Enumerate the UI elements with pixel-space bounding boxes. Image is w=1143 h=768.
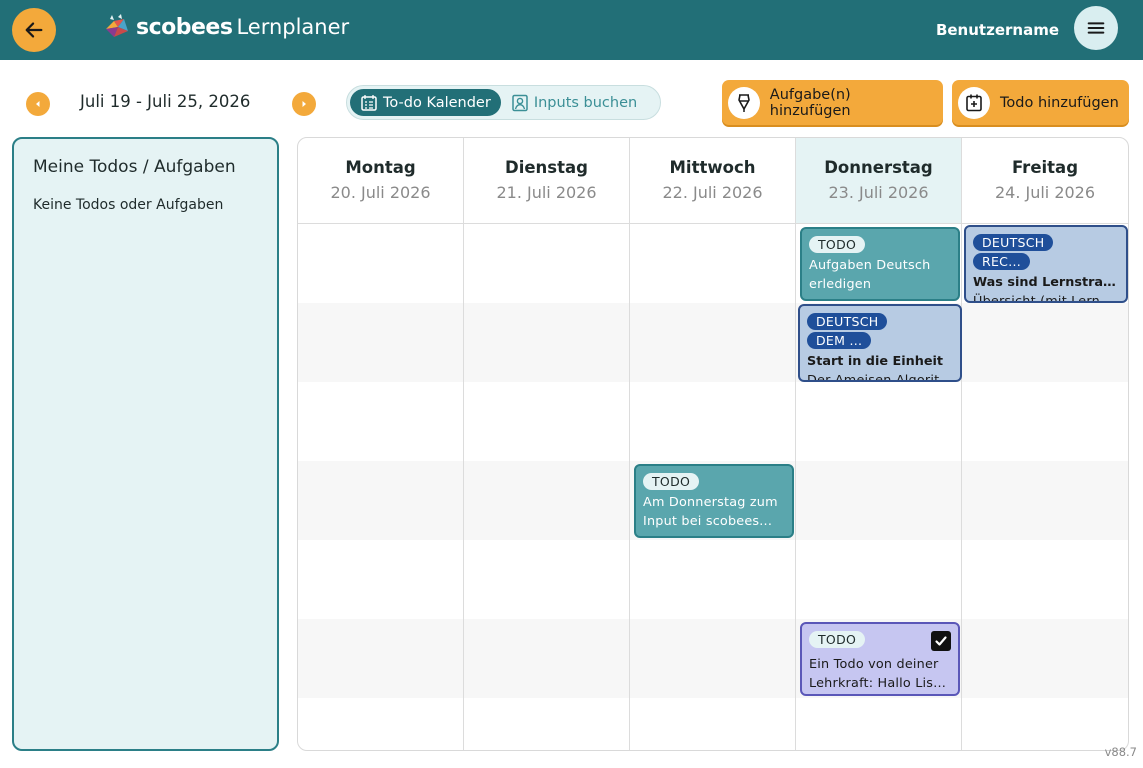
brand-name: scobees xyxy=(136,14,233,40)
app-logo: scobees Lernplaner xyxy=(102,13,349,41)
todos-panel-title: Meine Todos / Aufgaben xyxy=(33,157,236,177)
person-board-icon xyxy=(512,94,528,111)
topic-tag: REC... xyxy=(973,253,1031,270)
card-text: Übersicht (mit Lernk... xyxy=(973,294,1119,303)
date-range-label: Juli 19 - Juli 25, 2026 xyxy=(80,92,251,111)
day-header: Montag 20. Juli 2026 xyxy=(298,138,463,224)
arrow-left-icon xyxy=(25,22,43,38)
card-text: Input bei scobees... xyxy=(643,514,773,529)
day-column-monday[interactable]: Montag 20. Juli 2026 xyxy=(298,138,464,750)
version-label: v88.7 xyxy=(1104,745,1137,759)
calendar-plus-icon xyxy=(966,94,982,111)
card-text: Am Donnerstag zum xyxy=(643,495,778,510)
next-week-button[interactable] xyxy=(292,92,316,116)
todos-empty-text: Keine Todos oder Aufgaben xyxy=(33,197,224,213)
todo-tag: TODO xyxy=(809,631,866,648)
day-date: 24. Juli 2026 xyxy=(994,183,1096,202)
tab-book-inputs[interactable]: Inputs buchen xyxy=(501,89,647,116)
scobees-logo-icon xyxy=(106,14,128,37)
topic-tag: DEM ... xyxy=(807,332,872,349)
todo-card[interactable]: TODO Aufgaben Deutsch erledigen xyxy=(800,227,960,301)
day-name: Donnerstag xyxy=(824,158,933,177)
task-icon-wrap xyxy=(728,86,760,119)
todo-icon-wrap xyxy=(958,86,990,119)
day-header: Donnerstag 23. Juli 2026 xyxy=(796,138,961,224)
view-toggle: To-do Kalender Inputs buchen xyxy=(346,85,661,120)
app-header: scobees Lernplaner Benutzername xyxy=(0,0,1143,60)
checkmark-icon xyxy=(935,636,947,646)
calendar-list-icon xyxy=(361,94,377,111)
back-button[interactable] xyxy=(12,8,56,52)
todo-card[interactable]: TODO Am Donnerstag zum Input bei scobees… xyxy=(634,464,794,538)
card-text: Aufgaben Deutsch xyxy=(809,258,931,273)
card-title: Was sind Lernstrate... xyxy=(973,275,1119,290)
todo-tag: TODO xyxy=(809,236,866,253)
pen-nib-icon xyxy=(738,93,750,112)
menu-button[interactable] xyxy=(1074,6,1118,50)
add-task-label: Aufgabe(n) hinzufügen xyxy=(769,86,851,119)
day-date: 22. Juli 2026 xyxy=(662,183,763,202)
add-todo-label: Todo hinzufügen xyxy=(1000,94,1119,111)
day-column-tuesday[interactable]: Dienstag 21. Juli 2026 xyxy=(464,138,630,750)
previous-week-button[interactable] xyxy=(26,92,50,116)
week-calendar: Montag 20. Juli 2026 Dienstag 21. Juli 2… xyxy=(297,137,1129,751)
card-text: Ein Todo von deiner xyxy=(809,657,939,672)
day-header: Mittwoch 22. Juli 2026 xyxy=(630,138,795,224)
done-checkbox[interactable] xyxy=(931,631,951,651)
day-name: Montag xyxy=(345,158,416,177)
caret-left-icon xyxy=(36,101,40,107)
day-name: Mittwoch xyxy=(669,158,756,177)
day-column-wednesday[interactable]: Mittwoch 22. Juli 2026 xyxy=(630,138,796,750)
todos-panel: Meine Todos / Aufgaben Keine Todos oder … xyxy=(12,137,279,751)
card-title: Start in die Einheit xyxy=(807,354,944,369)
card-text: erledigen xyxy=(809,277,872,292)
card-text: Lehrkraft: Hallo Lisa,... xyxy=(809,676,951,691)
day-header: Freitag 24. Juli 2026 xyxy=(962,138,1128,224)
input-card[interactable]: DEUTSCH DEM ... Start in die Einheit Der… xyxy=(798,304,962,382)
tab-todo-calendar[interactable]: To-do Kalender xyxy=(350,89,501,116)
day-name: Freitag xyxy=(1011,158,1079,177)
teacher-todo-card[interactable]: TODO Ein Todo von deiner Lehrkraft: Hall… xyxy=(800,622,960,696)
caret-right-icon xyxy=(302,101,306,107)
add-todo-button[interactable]: Todo hinzufügen xyxy=(952,80,1129,125)
product-name: Lernplaner xyxy=(236,15,350,39)
day-name: Dienstag xyxy=(505,158,588,177)
tab-book-inputs-label: Inputs buchen xyxy=(533,94,638,111)
hamburger-menu-icon xyxy=(1087,22,1105,34)
username[interactable]: Benutzername xyxy=(936,21,1059,39)
subject-tag: DEUTSCH xyxy=(807,313,888,330)
card-text: Der Ameisen Algorith... xyxy=(807,373,953,382)
add-task-button[interactable]: Aufgabe(n) hinzufügen xyxy=(722,80,943,125)
day-date: 20. Juli 2026 xyxy=(330,183,431,202)
todo-tag: TODO xyxy=(643,473,700,490)
tab-todo-calendar-label: To-do Kalender xyxy=(383,94,491,111)
day-header: Dienstag 21. Juli 2026 xyxy=(464,138,629,224)
input-card[interactable]: DEUTSCH REC... Was sind Lernstrate... Üb… xyxy=(964,225,1128,303)
day-date: 23. Juli 2026 xyxy=(828,183,929,202)
day-date: 21. Juli 2026 xyxy=(496,183,597,202)
subject-tag: DEUTSCH xyxy=(973,234,1054,251)
